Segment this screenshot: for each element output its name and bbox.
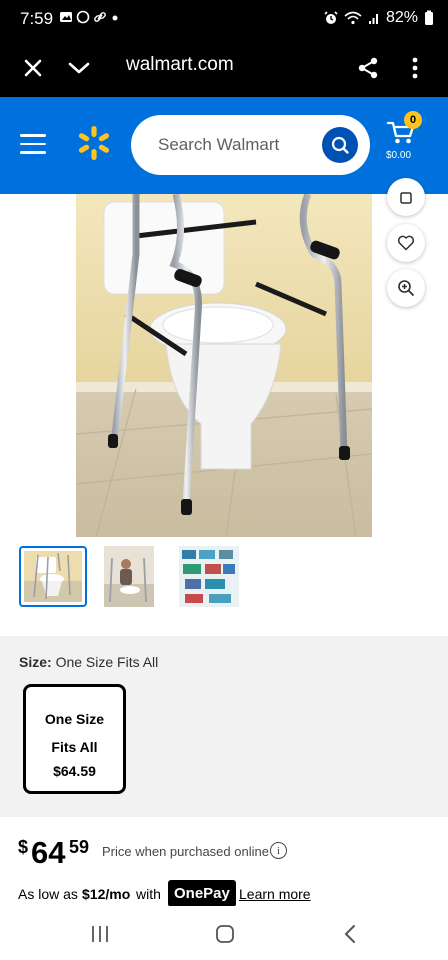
status-time: 7:59: [20, 9, 54, 28]
size-option-line1: One Size: [44, 711, 105, 727]
size-option-price: $64.59: [53, 763, 96, 779]
product-image[interactable]: [76, 194, 372, 537]
search-button[interactable]: [322, 127, 358, 163]
onepay-with: with: [136, 886, 161, 902]
heart-icon: [397, 235, 415, 251]
zoom-in-icon: [398, 280, 414, 296]
back-icon[interactable]: [336, 920, 364, 948]
share-image-button[interactable]: [387, 178, 425, 216]
cart-button[interactable]: 0 $0.00: [384, 111, 428, 169]
size-option-name: One Size Fits All: [26, 705, 123, 761]
browser-bar: walmart.com: [0, 40, 448, 97]
battery-text: 82%: [385, 9, 418, 26]
status-bar: 7:59 82%: [0, 0, 448, 40]
price-dollars: 64: [31, 835, 66, 870]
cart-total: $0.00: [386, 150, 412, 161]
system-nav-bar: [0, 906, 448, 960]
price-cents: 59: [69, 837, 90, 857]
gallery-icon: [60, 12, 72, 22]
signal-icon: [368, 14, 378, 24]
search-input[interactable]: Search Walmart: [158, 135, 279, 155]
thumbnail-3[interactable]: [179, 546, 247, 607]
more-vertical-icon[interactable]: [399, 52, 431, 84]
home-icon[interactable]: [211, 920, 239, 948]
share-icon: [400, 192, 412, 204]
whatsapp-icon: [76, 10, 90, 24]
walmart-header: Search Walmart 0 $0.00: [0, 97, 448, 194]
thumbnail-2[interactable]: [104, 546, 172, 607]
onepay-badge: OnePay: [168, 880, 236, 907]
size-option-line2: Fits All: [51, 739, 98, 755]
price-currency: $: [18, 837, 29, 857]
cart-count-badge: 0: [404, 111, 422, 129]
wifi-icon: [344, 11, 362, 25]
onepay-row: As low as $12/mo with OnePay Learn more: [18, 880, 438, 908]
battery-icon: [425, 10, 433, 25]
favorite-button[interactable]: [387, 224, 425, 262]
link-icon: [94, 12, 106, 22]
size-option-card[interactable]: One Size Fits All $64.59: [23, 684, 126, 794]
search-bar[interactable]: Search Walmart: [131, 115, 370, 175]
recent-apps-icon[interactable]: [86, 920, 114, 948]
notification-icons: [59, 10, 120, 24]
zoom-button[interactable]: [387, 269, 425, 307]
search-icon: [331, 136, 349, 154]
price-row: $ 64 59 Price when purchased online i: [18, 833, 438, 873]
learn-more-link[interactable]: Learn more: [239, 886, 311, 902]
onepay-amount: $12/mo: [82, 886, 131, 902]
size-label-key: Size:: [19, 654, 52, 670]
size-label-value: One Size Fits All: [55, 654, 159, 670]
chevron-down-icon[interactable]: [63, 52, 95, 84]
menu-icon[interactable]: [20, 134, 46, 154]
info-icon[interactable]: i: [270, 842, 287, 859]
alarm-icon: [324, 11, 338, 24]
size-section: Size: One Size Fits All One Size Fits Al…: [0, 636, 448, 817]
price-note: Price when purchased online: [102, 844, 269, 859]
close-icon[interactable]: [17, 52, 49, 84]
thumbnail-1[interactable]: [19, 546, 87, 607]
size-label: Size: One Size Fits All: [19, 654, 158, 670]
onepay-prefix: As low as: [18, 886, 78, 902]
dot-icon: [112, 15, 118, 21]
status-right: 82%: [324, 9, 434, 27]
walmart-spark-icon[interactable]: [76, 123, 112, 163]
share-icon[interactable]: [352, 52, 384, 84]
url-text[interactable]: walmart.com: [126, 54, 234, 76]
